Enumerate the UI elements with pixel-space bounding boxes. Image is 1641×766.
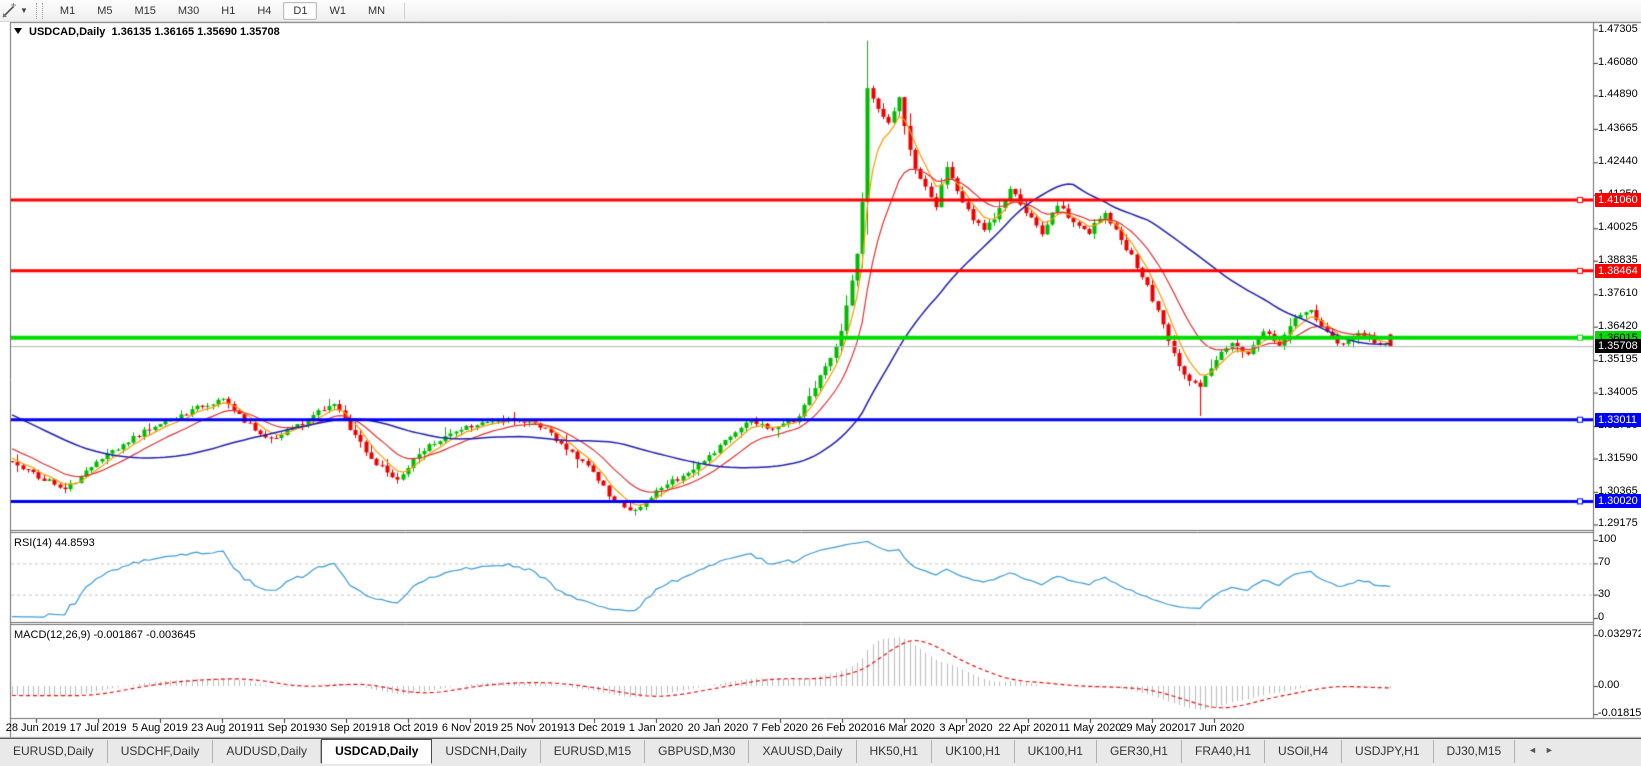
date-label: 16 Mar 2020	[873, 722, 935, 734]
date-label: 23 Aug 2019	[191, 722, 253, 734]
tab-hk50-h1[interactable]: HK50,H1	[857, 740, 933, 763]
chart-title: USDCAD,Daily 1.36135 1.36165 1.35690 1.3…	[14, 26, 280, 38]
crosshair-cursor-tool-icon[interactable]	[1, 3, 19, 19]
timeframe-button-m5[interactable]: M5	[87, 2, 122, 20]
price-axis-label: 1.31590	[1598, 452, 1638, 464]
chevron-down-icon[interactable]: ▼	[20, 6, 28, 15]
price-axis-label: 1.29175	[1598, 517, 1638, 529]
chart-canvas[interactable]	[0, 0, 1641, 766]
rsi-axis-label: 30	[1598, 588, 1610, 600]
date-label: 18 Oct 2019	[378, 722, 438, 734]
tab-xauusd-daily[interactable]: XAUUSD,Daily	[749, 740, 856, 763]
toolbar-grip	[36, 3, 43, 19]
tab-usdchf-daily[interactable]: USDCHF,Daily	[108, 740, 214, 763]
macd-indicator-label: MACD(12,26,9) -0.001867 -0.003645	[14, 629, 196, 641]
tab-uk100-h1[interactable]: UK100,H1	[932, 740, 1014, 763]
timeframe-button-m15[interactable]: M15	[124, 2, 165, 20]
date-label: 26 Feb 2020	[811, 722, 873, 734]
rsi-axis-label: 100	[1598, 533, 1616, 545]
price-axis-label: 1.47305	[1598, 23, 1638, 35]
price-axis-label: 1.35195	[1598, 353, 1638, 365]
tab-dj30-m15[interactable]: DJ30,M15	[1434, 740, 1516, 763]
tab-usoil-h4[interactable]: USOil,H4	[1265, 740, 1342, 763]
date-label: 28 Jun 2019	[6, 722, 67, 734]
date-label: 11 May 2020	[1059, 722, 1122, 734]
chart-tab-bar: EURUSD,DailyUSDCHF,DailyAUDUSD,DailyUSDC…	[0, 738, 1641, 766]
tab-scroll-arrows[interactable]: ◄►	[1528, 745, 1562, 755]
timeframe-button-group: M1M5M15M30H1H4D1W1MN	[49, 5, 396, 17]
tab-scroll-right-icon: ►	[1545, 745, 1562, 755]
hline-price-label: 1.41060	[1595, 193, 1641, 207]
price-axis-label: 1.37610	[1598, 287, 1638, 299]
tab-scroll-left-icon: ◄	[1528, 745, 1545, 755]
date-label: 30 Sep 2019	[315, 722, 377, 734]
hline-price-label: 1.38464	[1595, 264, 1641, 278]
current-price-label: 1.35708	[1595, 339, 1641, 353]
ohlc-quote: 1.36135 1.36165 1.35690 1.35708	[112, 26, 280, 38]
tab-usdcnh-daily[interactable]: USDCNH,Daily	[432, 740, 540, 763]
date-label: 3 Apr 2020	[939, 722, 992, 734]
tab-audusd-daily[interactable]: AUDUSD,Daily	[213, 740, 321, 763]
date-label: 1 Jan 2020	[629, 722, 683, 734]
tab-fra40-h1[interactable]: FRA40,H1	[1182, 740, 1265, 763]
mt4-window: ▼ M1M5M15M30H1H4D1W1MN USDCAD,Daily 1.36…	[0, 0, 1641, 766]
date-label: 20 Jan 2020	[688, 722, 749, 734]
timeframe-button-h1[interactable]: H1	[211, 2, 245, 20]
rsi-axis-label: 0	[1598, 611, 1604, 623]
tab-usdjpy-h1[interactable]: USDJPY,H1	[1342, 740, 1433, 763]
date-label: 17 Jun 2020	[1184, 722, 1245, 734]
price-axis-label: 1.46080	[1598, 56, 1638, 68]
date-label: 5 Aug 2019	[132, 722, 188, 734]
hline-price-label: 1.33011	[1595, 413, 1641, 427]
collapse-triangle-icon	[14, 28, 22, 34]
toolbar: ▼ M1M5M15M30H1H4D1W1MN	[0, 0, 1641, 22]
date-label: 13 Dec 2019	[563, 722, 625, 734]
tab-ger30-h1[interactable]: GER30,H1	[1097, 740, 1182, 763]
macd-axis-label: 0.00	[1598, 679, 1619, 691]
macd-axis-label: -0.018154	[1598, 707, 1641, 719]
price-axis-label: 1.42440	[1598, 155, 1638, 167]
tab-gbpusd-m30[interactable]: GBPUSD,M30	[645, 740, 749, 763]
timeframe-button-h4[interactable]: H4	[247, 2, 281, 20]
hline-price-label: 1.30020	[1595, 494, 1641, 508]
tab-eurusd-daily[interactable]: EURUSD,Daily	[0, 740, 108, 763]
timeframe-button-w1[interactable]: W1	[319, 2, 356, 20]
date-label: 17 Jul 2019	[70, 722, 127, 734]
tab-uk100-h1[interactable]: UK100,H1	[1015, 740, 1097, 763]
date-label: 29 May 2020	[1120, 722, 1184, 734]
rsi-indicator-label: RSI(14) 44.8593	[14, 537, 95, 549]
timeframe-button-d1[interactable]: D1	[283, 2, 317, 20]
timeframe-button-m1[interactable]: M1	[50, 2, 85, 20]
date-label: 7 Feb 2020	[752, 722, 808, 734]
tab-eurusd-m15[interactable]: EURUSD,M15	[541, 740, 645, 763]
price-axis-label: 1.43665	[1598, 122, 1638, 134]
date-label: 11 Sep 2019	[253, 722, 315, 734]
price-axis-label: 1.40025	[1598, 221, 1638, 233]
price-axis-label: 1.34005	[1598, 386, 1638, 398]
macd-axis-label: 0.032972	[1598, 628, 1641, 640]
rsi-axis-label: 70	[1598, 556, 1610, 568]
price-axis-label: 1.44890	[1598, 88, 1638, 100]
toolbar-separator	[404, 3, 405, 19]
tab-usdcad-daily[interactable]: USDCAD,Daily	[321, 739, 432, 764]
date-label: 6 Nov 2019	[442, 722, 498, 734]
timeframe-button-m30[interactable]: M30	[168, 2, 209, 20]
timeframe-button-mn[interactable]: MN	[358, 2, 395, 20]
date-label: 22 Apr 2020	[998, 722, 1057, 734]
date-label: 25 Nov 2019	[501, 722, 563, 734]
symbol-period-label: USDCAD,Daily	[29, 26, 105, 38]
